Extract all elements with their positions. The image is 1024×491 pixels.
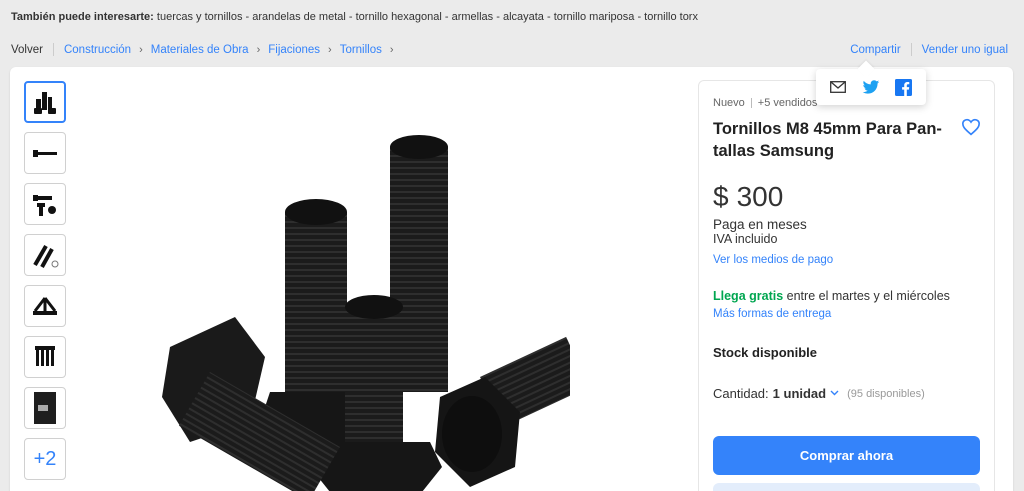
share-popover [816, 69, 926, 105]
tax-text: IVA incluido [713, 232, 778, 246]
price: $300 [713, 181, 783, 213]
breadcrumb-materiales[interactable]: Materiales de Obra [151, 44, 249, 56]
sold-count: +5 vendidos [757, 97, 818, 109]
chevron-right-icon: › [328, 43, 332, 56]
chevron-right-icon: › [256, 43, 261, 56]
breadcrumb-divider [52, 43, 54, 56]
breadcrumb-tornillos[interactable]: Tornillos [340, 44, 382, 56]
shipping-info: Llega gratis entre el martes y el miérco… [713, 289, 950, 303]
sell-similar-link[interactable]: Vender uno igual [922, 44, 1008, 56]
thumbnail-5[interactable] [24, 285, 66, 327]
add-to-cart-button[interactable] [713, 483, 980, 491]
back-link[interactable]: Volver [11, 44, 43, 56]
delivery-options-link[interactable]: Más formas de entrega [713, 308, 831, 320]
facebook-icon[interactable] [894, 77, 914, 97]
free-shipping-label: Llega gratis [713, 289, 784, 303]
bolts-pair-image [33, 195, 56, 216]
related-searches-label: También puede interesarte: [11, 11, 154, 23]
product-title: Tornillos M8 45mm Para Pan-tallas Samsun… [713, 120, 942, 160]
heart-icon[interactable] [961, 118, 981, 141]
related-searches: También puede interesarte: tuercas y tor… [11, 11, 698, 23]
condition-line: Nuevo +5 vendidos [713, 97, 817, 109]
single-bolt-image [33, 150, 57, 157]
condition-divider [750, 98, 752, 109]
buy-now-button[interactable]: Comprar ahora [713, 436, 980, 475]
thumbnail-6[interactable] [24, 336, 66, 378]
top-actions: Compartir Vender uno igual [850, 43, 1008, 56]
product-main-image [162, 135, 570, 491]
thumbnail-7[interactable] [24, 387, 66, 429]
chevron-right-icon: › [389, 43, 394, 56]
price-currency: $ [713, 181, 729, 212]
bolts-with-washer-image [33, 244, 59, 268]
quantity-label: Cantidad: [713, 386, 769, 401]
chevron-right-icon: › [139, 43, 143, 56]
thumbnail-4[interactable] [24, 234, 66, 276]
stock-status: Stock disponible [713, 345, 818, 360]
buy-box: Nuevo +5 vendidos Tornillos M8 45mm Para … [698, 80, 995, 491]
related-searches-keywords[interactable]: tuercas y tornillos - arandelas de metal… [157, 11, 698, 23]
package-photo-image [34, 392, 56, 424]
bolts-row-image [35, 346, 55, 366]
breadcrumb: Volver Construcción › Materiales de Obra… [11, 43, 402, 56]
more-photos-label: +2 [33, 447, 57, 470]
shipping-dates: entre el martes y el miércoles [786, 289, 950, 303]
thumbnail-3[interactable] [24, 183, 66, 225]
product-card: +2 Nuevo +5 vendidos Tornillos M8 45mm P… [10, 67, 1013, 491]
share-link[interactable]: Compartir [850, 44, 900, 56]
thumbnail-2[interactable] [24, 132, 66, 174]
price-amount: 300 [736, 181, 784, 212]
available-count: (95 disponibles) [847, 387, 925, 400]
more-photos-button[interactable]: +2 [24, 438, 66, 480]
breadcrumb-fijaciones[interactable]: Fijaciones [268, 44, 320, 56]
actions-divider [910, 43, 912, 56]
thumbnail-gallery: +2 [24, 81, 66, 489]
bolts-fan-image [33, 297, 57, 315]
payment-methods-link[interactable]: Ver los medios de pago [713, 254, 833, 266]
chevron-down-icon[interactable] [830, 388, 839, 399]
quantity-value[interactable]: 1 unidad [773, 386, 826, 401]
thumbnail-1[interactable] [24, 81, 66, 123]
installments-text: Paga en meses [713, 217, 807, 232]
bolts-group-image [34, 92, 56, 114]
breadcrumb-construccion[interactable]: Construcción [64, 44, 131, 56]
condition-label: Nuevo [713, 97, 745, 109]
mail-icon[interactable] [828, 77, 848, 97]
twitter-icon[interactable] [861, 77, 881, 97]
quantity-selector[interactable]: Cantidad: 1 unidad (95 disponibles) [713, 386, 925, 401]
